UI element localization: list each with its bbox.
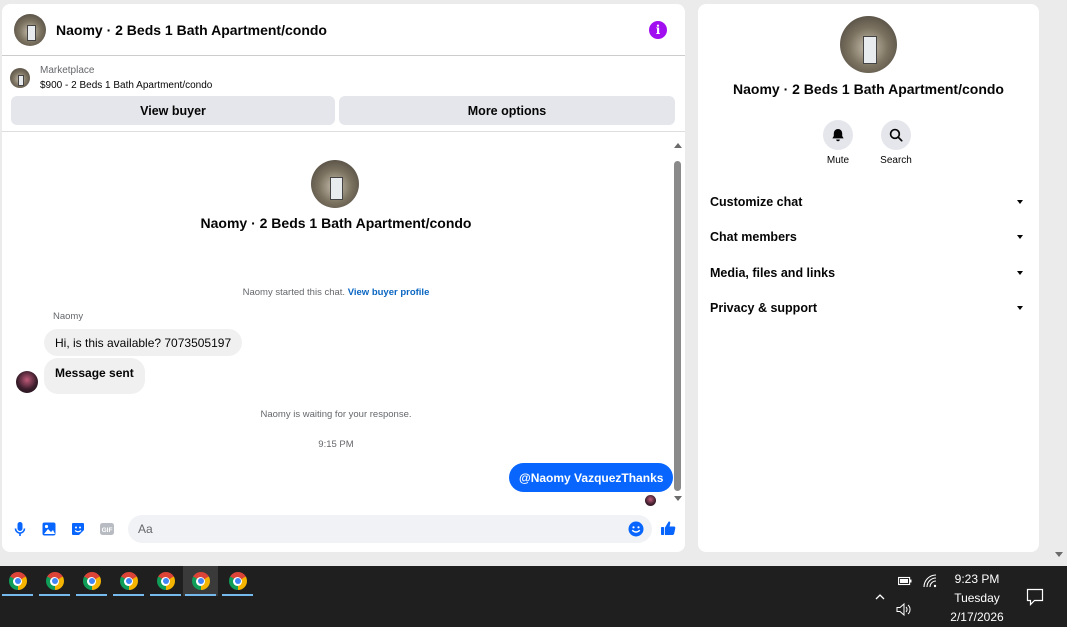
menu-item-label: Customize chat (710, 194, 803, 209)
mute-button[interactable]: Mute (808, 120, 868, 166)
taskbar-app-chrome[interactable] (111, 566, 146, 596)
notification-center-icon[interactable] (1026, 588, 1044, 606)
menu-item-label: Privacy & support (710, 301, 817, 316)
search-label: Search (880, 155, 912, 166)
chrome-icon (228, 572, 247, 590)
show-hidden-icons-chevron-icon[interactable] (875, 592, 885, 602)
volume-icon[interactable] (896, 603, 912, 616)
scroll-thumb[interactable] (674, 161, 681, 491)
composer: GIF (2, 512, 685, 546)
listing-price: $900 - 2 Beds 1 Bath Apartment/condo (40, 80, 213, 91)
conversation-title: Naomy · 2 Beds 1 Bath Apartment/condo (200, 215, 472, 231)
read-receipt-avatar (645, 495, 656, 506)
listing-thumbnail (10, 68, 30, 88)
chevron-down-icon (1017, 199, 1023, 204)
chat-header: Naomy · 2 Beds 1 Bath Apartment/condo i (2, 4, 685, 56)
page-scroll-down-arrow-icon[interactable] (1055, 552, 1063, 557)
outgoing-message[interactable]: @Naomy VazquezThanks (509, 463, 674, 492)
chevron-down-icon (1017, 270, 1023, 275)
message-input[interactable] (128, 515, 652, 543)
listing-source: Marketplace (40, 65, 95, 76)
taskbar-app-chrome[interactable] (74, 566, 109, 596)
search-icon[interactable] (881, 120, 911, 150)
taskbar-app-chrome[interactable] (220, 566, 255, 596)
chrome-icon (191, 572, 210, 590)
listing-text: Marketplace $900 - 2 Beds 1 Bath Apartme… (40, 63, 212, 93)
sender-name: Naomy (53, 311, 84, 322)
menu-item-chat-members[interactable]: Chat members (710, 220, 1028, 256)
message-timestamp: 9:15 PM (318, 439, 354, 450)
gif-icon[interactable]: GIF (99, 521, 115, 537)
bell-icon[interactable] (823, 120, 853, 150)
chat-started-text: Naomy started this chat. (242, 287, 346, 298)
divider (2, 131, 685, 132)
conversation-info-panel: Naomy · 2 Beds 1 Bath Apartment/condo Mu… (698, 4, 1039, 552)
scroll-down-arrow-icon[interactable] (674, 496, 682, 501)
profile-avatar[interactable] (840, 16, 897, 73)
scroll-up-arrow-icon[interactable] (674, 143, 682, 148)
clock-time: 9:23 PM (954, 572, 1000, 586)
more-options-button[interactable]: More options (339, 96, 675, 125)
menu-item-customize-chat[interactable]: Customize chat (710, 184, 1028, 220)
system-clock[interactable]: 9:23 PM Tuesday 2/17/2026 (946, 570, 1008, 627)
sender-avatar[interactable] (16, 371, 38, 393)
menu-item-label: Media, files and links (710, 265, 836, 280)
incoming-message[interactable]: Hi, is this available? 7073505197 (44, 329, 243, 356)
menu-item-privacy-support[interactable]: Privacy & support (710, 291, 1028, 327)
clock-day: Tuesday (954, 591, 1000, 605)
svg-text:GIF: GIF (102, 527, 113, 534)
wifi-icon[interactable] (923, 574, 937, 588)
conversation-avatar (311, 160, 359, 208)
chrome-icon (45, 572, 64, 590)
taskbar-app-chrome[interactable] (0, 566, 35, 596)
menu-item-label: Chat members (710, 230, 797, 245)
info-icon[interactable]: i (649, 20, 667, 39)
view-buyer-button[interactable]: View buyer (11, 96, 335, 125)
chat-started-notice: Naomy started this chat. View buyer prof… (2, 287, 670, 298)
view-buyer-profile-link[interactable]: View buyer profile (348, 287, 430, 298)
listing-actions: View buyer More options (2, 94, 685, 125)
chrome-icon (156, 572, 175, 590)
emoji-icon[interactable] (628, 521, 644, 537)
taskbar-app-chrome[interactable] (148, 566, 183, 596)
photo-icon[interactable] (41, 521, 57, 537)
sticker-icon[interactable] (70, 521, 86, 537)
chevron-down-icon (1017, 235, 1023, 240)
chat-title[interactable]: Naomy · 2 Beds 1 Bath Apartment/condo (56, 22, 649, 38)
chevron-down-icon (1017, 306, 1023, 311)
chrome-icon (8, 572, 27, 590)
profile-name: Naomy · 2 Beds 1 Bath Apartment/condo (733, 81, 1004, 97)
chrome-icon (119, 572, 138, 590)
clock-date: 2/17/2026 (950, 610, 1004, 624)
battery-icon[interactable] (898, 576, 912, 586)
incoming-message[interactable]: Message sent (44, 358, 145, 394)
info-menu: Customize chat Chat members Media, files… (710, 184, 1028, 326)
taskbar: 9:23 PM Tuesday 2/17/2026 (0, 566, 1067, 627)
chat-panel: Naomy · 2 Beds 1 Bath Apartment/condo i … (2, 4, 685, 552)
thumbs-up-icon[interactable] (660, 520, 676, 536)
mute-label: Mute (826, 155, 850, 166)
message-list: Naomy · 2 Beds 1 Bath Apartment/condo Na… (2, 136, 685, 506)
taskbar-app-chrome-active[interactable] (183, 566, 218, 596)
contact-avatar[interactable] (14, 13, 46, 46)
waiting-notice: Naomy is waiting for your response. (260, 409, 412, 420)
taskbar-app-chrome[interactable] (37, 566, 72, 596)
search-button[interactable]: Search (866, 120, 926, 166)
menu-item-media-files-links[interactable]: Media, files and links (710, 255, 1028, 291)
listing-summary[interactable]: Marketplace $900 - 2 Beds 1 Bath Apartme… (2, 56, 685, 94)
microphone-icon[interactable] (12, 521, 28, 537)
message-scrollbar[interactable] (672, 141, 684, 505)
chrome-icon (82, 572, 101, 590)
